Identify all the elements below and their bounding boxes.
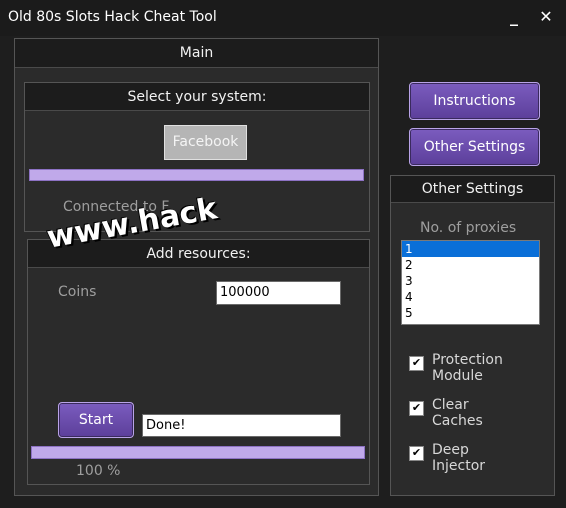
facebook-button[interactable]: Facebook [164, 125, 247, 160]
checkbox[interactable]: ✔ [409, 356, 424, 371]
checkbox-label: Protection Module [432, 352, 503, 384]
system-progress-bar [29, 169, 364, 181]
proxy-option[interactable]: 4 [402, 289, 539, 305]
other-settings-button[interactable]: Other Settings [409, 128, 540, 166]
system-progress-fill [30, 170, 363, 180]
proxy-option[interactable]: 3 [402, 273, 539, 289]
checkbox[interactable]: ✔ [409, 401, 424, 416]
system-header: Select your system: [25, 83, 369, 111]
checkbox[interactable]: ✔ [409, 446, 424, 461]
check-row[interactable]: ✔ Protection Module [409, 352, 549, 384]
settings-checklist: ✔ Protection Module ✔ Clear Caches ✔ Deep Inj… [409, 352, 549, 487]
check-row[interactable]: ✔ Deep Injector [409, 442, 549, 474]
proxies-listbox[interactable]: 12345 [401, 240, 540, 325]
coins-input[interactable]: 100000 [216, 281, 341, 305]
checkbox-label: Clear Caches [432, 397, 483, 429]
close-button[interactable]: ✕ [535, 6, 557, 28]
proxy-option[interactable]: 1 [402, 241, 539, 257]
coins-label: Coins [58, 284, 97, 300]
checkbox-label: Deep Injector [432, 442, 486, 474]
resources-progress-bar [31, 446, 365, 459]
other-settings-header: Other Settings [391, 176, 554, 203]
proxy-list: 12345 [402, 241, 539, 321]
start-button[interactable]: Start [58, 402, 134, 438]
minimize-button[interactable]: _ [503, 6, 525, 28]
main-header: Main [15, 39, 378, 68]
proxies-label: No. of proxies [420, 220, 517, 236]
proxy-option[interactable]: 5 [402, 305, 539, 321]
progress-percent-label: 100 % [76, 463, 121, 479]
check-row[interactable]: ✔ Clear Caches [409, 397, 549, 429]
instructions-button[interactable]: Instructions [409, 82, 540, 120]
window-title: Old 80s Slots Hack Cheat Tool [8, 9, 217, 25]
result-status-field[interactable]: Done! [142, 414, 341, 437]
resources-progress-fill [32, 447, 364, 458]
proxy-option[interactable]: 2 [402, 257, 539, 273]
